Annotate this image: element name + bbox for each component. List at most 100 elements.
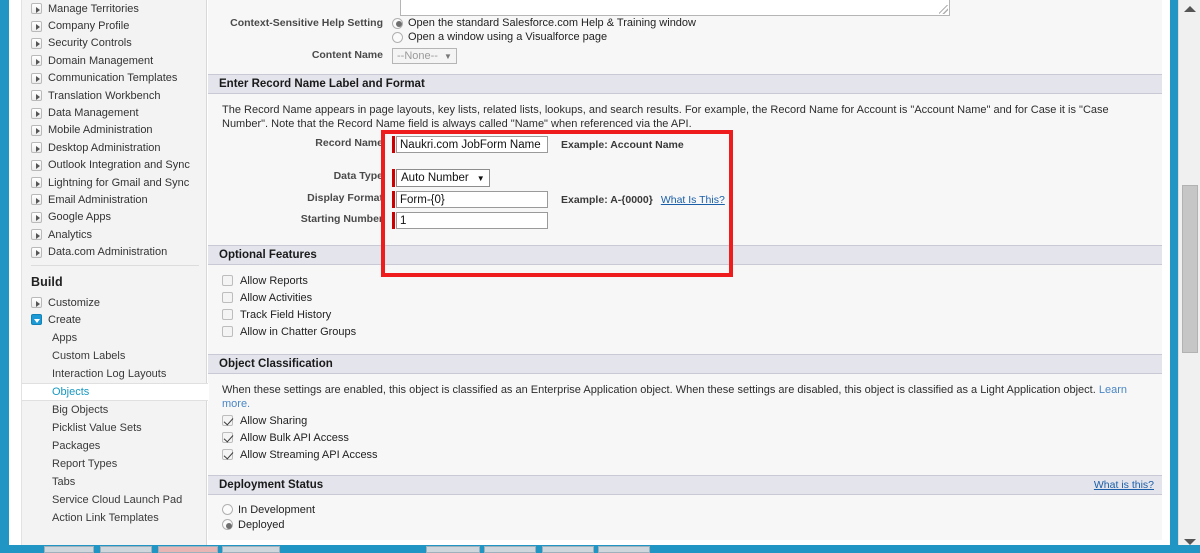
what-is-this-link[interactable]: What Is This? — [661, 194, 725, 206]
sidebar-item-security-controls[interactable]: Security Controls — [22, 35, 206, 52]
sidebar-subitem-big-objects[interactable]: Big Objects — [22, 401, 206, 419]
checkbox-label: Allow Activities — [240, 292, 312, 304]
sidebar-item-desktop-administration[interactable]: Desktop Administration — [22, 139, 206, 156]
section-title: Object Classification — [219, 358, 333, 370]
display-format-input[interactable]: Form-{0} — [396, 191, 548, 208]
taskbar-item[interactable] — [222, 546, 280, 553]
sidebar-subitem-picklist-value-sets[interactable]: Picklist Value Sets — [22, 419, 206, 437]
sidebar-subitem-label: Custom Labels — [52, 350, 125, 362]
browser-taskbar — [0, 545, 1200, 553]
radio-in-development[interactable]: In Development — [208, 502, 1162, 517]
resize-grip-icon[interactable] — [939, 5, 948, 14]
sidebar-item-create[interactable]: Create — [22, 311, 206, 328]
radio-standard-help[interactable]: Open the standard Salesforce.com Help & … — [392, 16, 1162, 30]
sidebar-subitem-tabs[interactable]: Tabs — [22, 473, 206, 491]
record-name-input[interactable]: Naukri.com JobForm Name — [396, 136, 548, 153]
sidebar-item-domain-management[interactable]: Domain Management — [22, 52, 206, 69]
sidebar-item-customize[interactable]: Customize — [22, 294, 206, 311]
sidebar-item-label: Communication Templates — [48, 72, 177, 84]
required-marker-icon — [392, 136, 395, 153]
sidebar-item-mobile-administration[interactable]: Mobile Administration — [22, 122, 206, 139]
salesforce-setup-page: Manage Territories Company Profile Securit… — [0, 0, 1200, 553]
description-textarea-row — [208, 0, 1162, 16]
sidebar-subitem-label: Picklist Value Sets — [52, 422, 142, 434]
taskbar-item[interactable] — [598, 546, 650, 553]
build-heading: Build — [22, 266, 206, 294]
sidebar-subitem-service-cloud-launch-pad[interactable]: Service Cloud Launch Pad — [22, 491, 206, 509]
radio-visualforce-help[interactable]: Open a window using a Visualforce page — [392, 30, 1162, 44]
sidebar-item-manage-territories[interactable]: Manage Territories — [22, 0, 206, 17]
chevron-right-icon — [31, 142, 42, 153]
data-type-select[interactable]: Auto Number ▼ — [396, 169, 490, 187]
sidebar-item-data-management[interactable]: Data Management — [22, 104, 206, 121]
radio-icon — [392, 32, 403, 43]
chevron-right-icon — [31, 90, 42, 101]
deployment-what-is-this-link[interactable]: What is this? — [1094, 479, 1154, 491]
sidebar-subitem-report-types[interactable]: Report Types — [22, 455, 206, 473]
description-textarea[interactable] — [400, 0, 950, 16]
checkbox-label: Allow Streaming API Access — [240, 449, 378, 461]
checkbox-track-field-history[interactable]: Track Field History — [208, 306, 1162, 323]
sidebar-item-communication-templates[interactable]: Communication Templates — [22, 70, 206, 87]
display-format-row: Display Format Form-{0} Example: A-{0000… — [208, 191, 1162, 208]
starting-number-label: Starting Number — [208, 212, 392, 225]
create-subnav: Apps Custom Labels Interaction Log Layouts… — [22, 329, 206, 527]
taskbar-item[interactable] — [426, 546, 480, 553]
sidebar-subitem-label: Apps — [52, 332, 77, 344]
checkbox-allow-in-chatter-groups[interactable]: Allow in Chatter Groups — [208, 323, 1162, 340]
sidebar-item-outlook-integration-and-sync[interactable]: Outlook Integration and Sync — [22, 157, 206, 174]
sidebar-item-email-administration[interactable]: Email Administration — [22, 191, 206, 208]
sidebar-item-label: Create — [48, 314, 81, 326]
page-left-border — [0, 0, 9, 553]
sidebar-item-label: Data.com Administration — [48, 246, 167, 258]
sidebar-item-translation-workbench[interactable]: Translation Workbench — [22, 87, 206, 104]
radio-deployed[interactable]: Deployed — [208, 517, 1162, 532]
taskbar-item[interactable] — [542, 546, 594, 553]
sidebar-item-label: Company Profile — [48, 20, 129, 32]
sidebar-subitem-custom-labels[interactable]: Custom Labels — [22, 347, 206, 365]
checkbox-allow-activities[interactable]: Allow Activities — [208, 289, 1162, 306]
chevron-right-icon — [31, 3, 42, 14]
sidebar-subitem-interaction-log-layouts[interactable]: Interaction Log Layouts — [22, 365, 206, 383]
sidebar-subitem-label: Objects — [52, 386, 89, 398]
starting-number-row: Starting Number 1 — [208, 212, 1162, 229]
data-type-selected-value: Auto Number — [401, 172, 469, 184]
page-scrollbar[interactable] — [1178, 0, 1200, 553]
taskbar-item[interactable] — [44, 546, 94, 553]
sidebar-item-analytics[interactable]: Analytics — [22, 226, 206, 243]
deployment-status-section-header: Deployment Status What is this? — [208, 475, 1162, 495]
scrollbar-thumb[interactable] — [1182, 185, 1198, 353]
sidebar-subitem-label: Tabs — [52, 476, 75, 488]
radio-icon — [392, 18, 403, 29]
sidebar-item-google-apps[interactable]: Google Apps — [22, 209, 206, 226]
checkbox-label: Allow Sharing — [240, 415, 307, 427]
scroll-up-arrow-icon[interactable] — [1184, 6, 1196, 12]
taskbar-item[interactable] — [100, 546, 152, 553]
checkbox-allow-reports[interactable]: Allow Reports — [208, 272, 1162, 289]
sidebar-item-lightning-for-gmail-and-sync[interactable]: Lightning for Gmail and Sync — [22, 174, 206, 191]
sidebar-item-company-profile[interactable]: Company Profile — [22, 17, 206, 34]
checkbox-icon — [222, 275, 233, 286]
sidebar-subitem-label: Interaction Log Layouts — [52, 368, 166, 380]
data-type-label: Data Type — [208, 169, 392, 182]
checkbox-icon — [222, 449, 233, 460]
content-name-select[interactable]: --None-- ▼ — [392, 48, 457, 64]
page-left-gutter — [9, 0, 21, 553]
help-setting-panel: Context-Sensitive Help Setting Open the … — [208, 0, 1162, 74]
chevron-right-icon — [31, 160, 42, 171]
checkbox-allow-sharing[interactable]: Allow Sharing — [208, 412, 1162, 429]
sidebar-item-data-com-administration[interactable]: Data.com Administration — [22, 243, 206, 260]
sidebar-subitem-action-link-templates[interactable]: Action Link Templates — [22, 509, 206, 527]
taskbar-item[interactable] — [158, 546, 218, 553]
checkbox-allow-streaming-api-access[interactable]: Allow Streaming API Access — [208, 446, 1162, 463]
checkbox-label: Allow Bulk API Access — [240, 432, 349, 444]
sidebar-item-label: Analytics — [48, 229, 92, 241]
record-name-section-header: Enter Record Name Label and Format — [208, 74, 1162, 94]
sidebar-subitem-objects[interactable]: Objects — [22, 383, 208, 401]
taskbar-item[interactable] — [484, 546, 536, 553]
sidebar-subitem-apps[interactable]: Apps — [22, 329, 206, 347]
checkbox-allow-bulk-api-access[interactable]: Allow Bulk API Access — [208, 429, 1162, 446]
sidebar-subitem-packages[interactable]: Packages — [22, 437, 206, 455]
starting-number-input[interactable]: 1 — [396, 212, 548, 229]
main-content: Context-Sensitive Help Setting Open the … — [208, 0, 1162, 545]
